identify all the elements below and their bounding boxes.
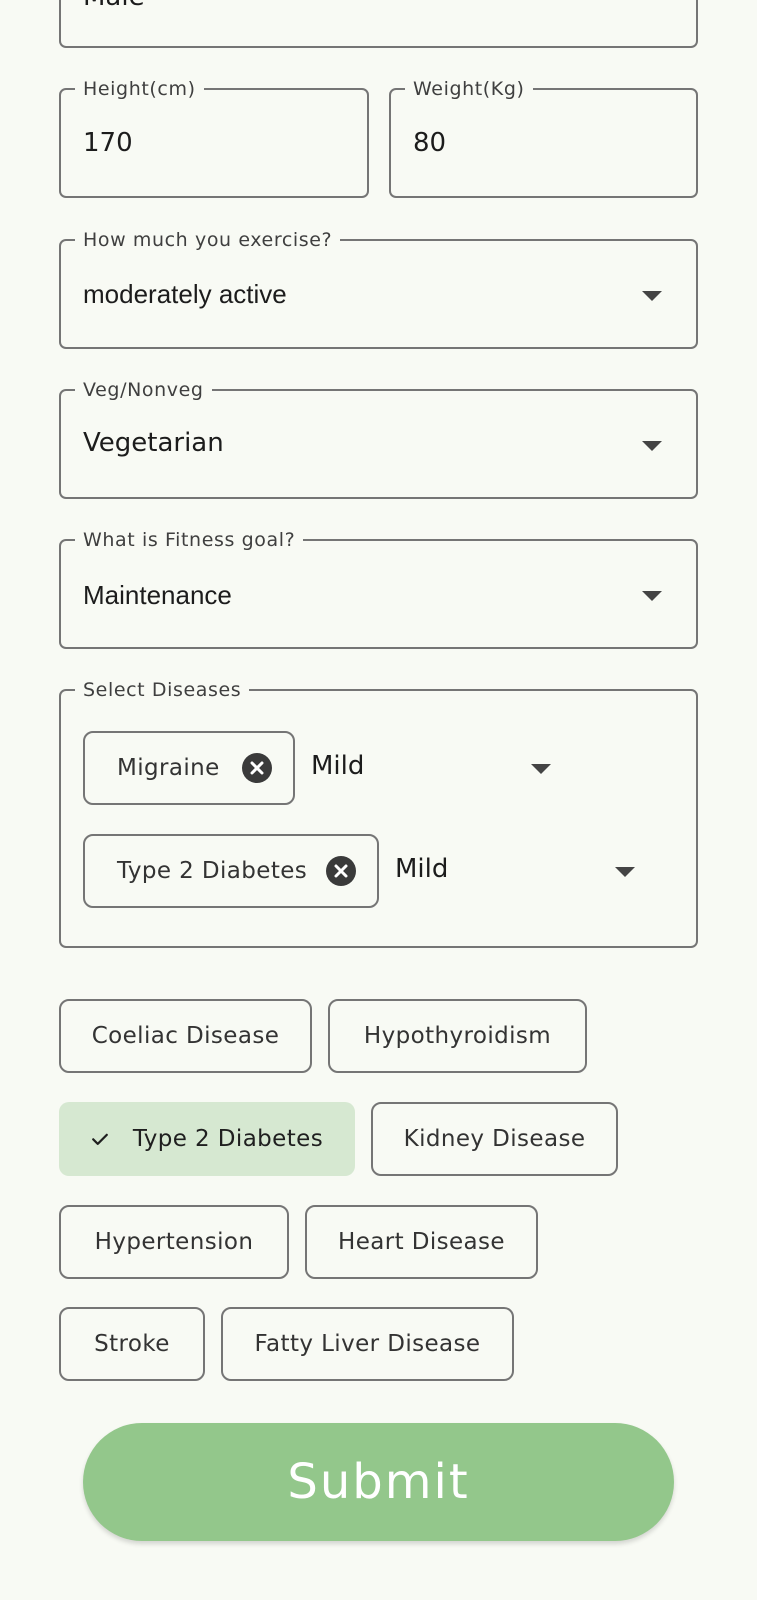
height-label: Height(cm): [75, 78, 204, 100]
disease-chip-stroke[interactable]: Stroke: [59, 1307, 205, 1381]
severity-value[interactable]: Mild: [311, 751, 364, 781]
disease-chip-type-2-diabetes[interactable]: Type 2 Diabetes: [59, 1102, 355, 1176]
chip-label: Kidney Disease: [403, 1126, 586, 1152]
disease-chip-hypothyroidism[interactable]: Hypothyroidism: [328, 999, 587, 1073]
close-circle-icon[interactable]: [242, 753, 272, 783]
goal-label: What is Fitness goal?: [75, 529, 304, 551]
gender-field[interactable]: Male: [59, 0, 698, 48]
disease-chip-heart[interactable]: Heart Disease: [305, 1205, 538, 1279]
weight-field[interactable]: Weight(Kg) 80: [389, 78, 698, 198]
disease-chip-fatty-liver[interactable]: Fatty Liver Disease: [221, 1307, 514, 1381]
gender-value: Male: [83, 0, 145, 12]
chip-label: Hypertension: [94, 1229, 254, 1255]
weight-label: Weight(Kg): [405, 78, 533, 100]
selected-disease-name: Migraine: [117, 755, 220, 781]
exercise-label: How much you exercise?: [75, 229, 341, 251]
diet-label: Veg/Nonveg: [75, 379, 212, 401]
exercise-select[interactable]: How much you exercise? moderately active: [59, 229, 698, 349]
chip-label: Coeliac Disease: [91, 1023, 280, 1049]
height-field[interactable]: Height(cm) 170: [59, 78, 369, 198]
weight-input[interactable]: 80: [413, 128, 446, 158]
chip-label: Heart Disease: [338, 1229, 505, 1255]
check-icon: [92, 1133, 108, 1145]
diseases-label: Select Diseases: [75, 679, 250, 701]
diet-select[interactable]: Veg/Nonveg Vegetarian: [59, 379, 698, 499]
disease-chip-hypertension[interactable]: Hypertension: [59, 1205, 289, 1279]
close-circle-icon[interactable]: [326, 856, 356, 886]
chip-label: Hypothyroidism: [363, 1023, 552, 1049]
dropdown-arrow-icon[interactable]: [531, 764, 551, 774]
chip-label: Stroke: [94, 1331, 170, 1357]
dropdown-arrow-icon[interactable]: [642, 441, 662, 451]
diet-value: Vegetarian: [83, 428, 224, 458]
severity-value[interactable]: Mild: [395, 854, 448, 884]
dropdown-arrow-icon[interactable]: [642, 291, 662, 301]
submit-button[interactable]: Submit: [83, 1423, 674, 1541]
selected-disease-chip: Migraine: [83, 731, 295, 805]
goal-select[interactable]: What is Fitness goal? Maintenance: [59, 529, 698, 649]
disease-chip-kidney[interactable]: Kidney Disease: [371, 1102, 618, 1176]
diseases-field: Select Diseases Migraine Mild Type 2 Dia…: [59, 679, 698, 948]
selected-disease-name: Type 2 Diabetes: [117, 858, 308, 884]
disease-chip-coeliac[interactable]: Coeliac Disease: [59, 999, 312, 1073]
height-input[interactable]: 170: [83, 128, 133, 158]
chip-label: Type 2 Diabetes: [132, 1126, 324, 1152]
selected-disease-chip: Type 2 Diabetes: [83, 834, 379, 908]
goal-value: Maintenance: [83, 580, 232, 610]
chip-label: Fatty Liver Disease: [254, 1331, 481, 1357]
dropdown-arrow-icon[interactable]: [615, 867, 635, 877]
dropdown-arrow-icon[interactable]: [642, 591, 662, 601]
exercise-value: moderately active: [83, 279, 287, 309]
